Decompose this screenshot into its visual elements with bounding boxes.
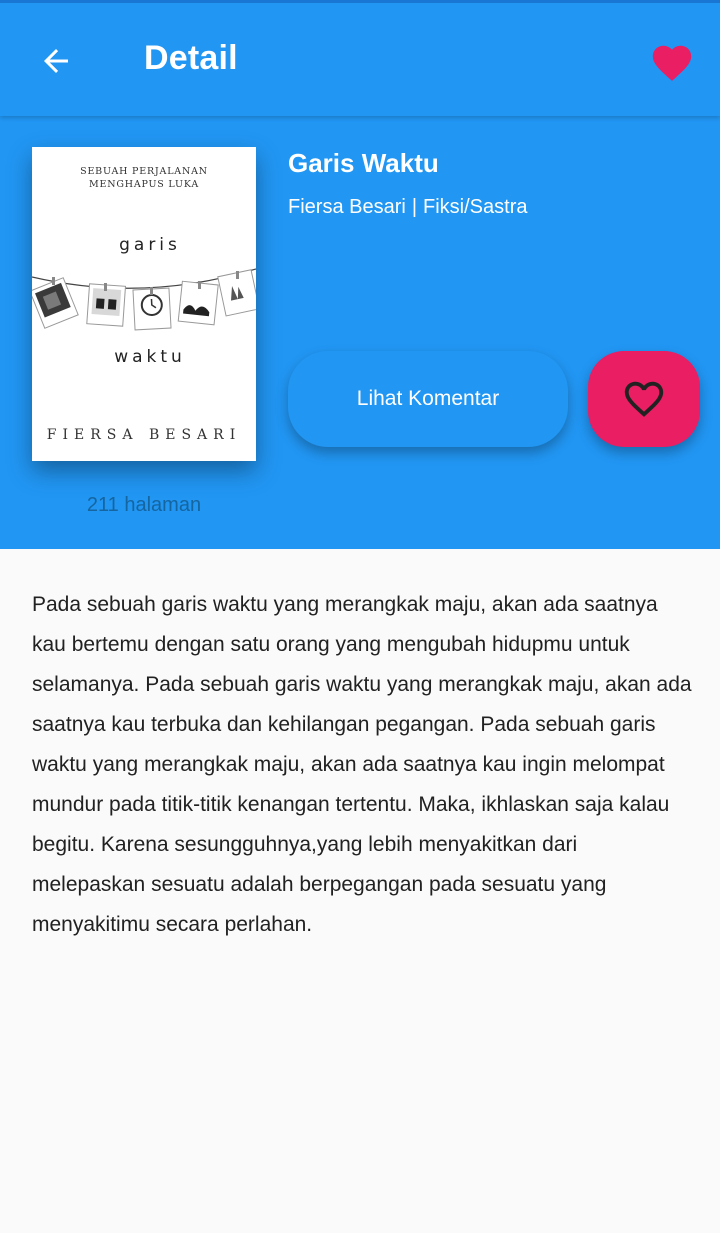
cover-subtitle-line1: SEBUAH PERJALANAN: [80, 166, 208, 177]
page-title: Detail: [144, 39, 238, 77]
cover-author: FIERSA BESARI: [46, 427, 242, 443]
app-bar: Detail: [0, 0, 720, 116]
book-header: SEBUAH PERJALANAN MENGHAPUS LUKA garis w…: [0, 116, 720, 549]
book-title: Garis Waktu: [288, 148, 439, 178]
view-comments-button[interactable]: Lihat Komentar: [288, 351, 568, 447]
heart-filled-icon: [652, 45, 692, 81]
heart-outline-icon: [624, 381, 664, 417]
book-genre: Fiksi/Sastra: [423, 196, 528, 218]
book-meta: Fiersa Besari | Fiksi/Sastra: [288, 196, 527, 219]
favorite-button[interactable]: [588, 351, 700, 447]
page-count: 211 halaman: [86, 494, 202, 516]
book-cover-image: SEBUAH PERJALANAN MENGHAPUS LUKA garis w…: [32, 147, 256, 461]
book-description: Pada sebuah garis waktu yang merangkak m…: [32, 593, 692, 936]
view-comments-label: Lihat Komentar: [356, 387, 500, 410]
favorite-toggle-button[interactable]: [644, 35, 700, 91]
book-author: Fiersa Besari: [288, 196, 406, 218]
back-button[interactable]: [28, 33, 84, 89]
cover-polaroids-illustration: [32, 268, 256, 331]
meta-separator: |: [411, 196, 418, 218]
cover-subtitle-line2: MENGHAPUS LUKA: [88, 179, 200, 190]
cover-title-line2: waktu: [114, 347, 186, 367]
cover-title-line1: garis: [119, 235, 181, 255]
arrow-back-icon: [44, 49, 68, 73]
cover-subtitle: SEBUAH PERJALANAN MENGHAPUS LUKA: [32, 165, 256, 191]
